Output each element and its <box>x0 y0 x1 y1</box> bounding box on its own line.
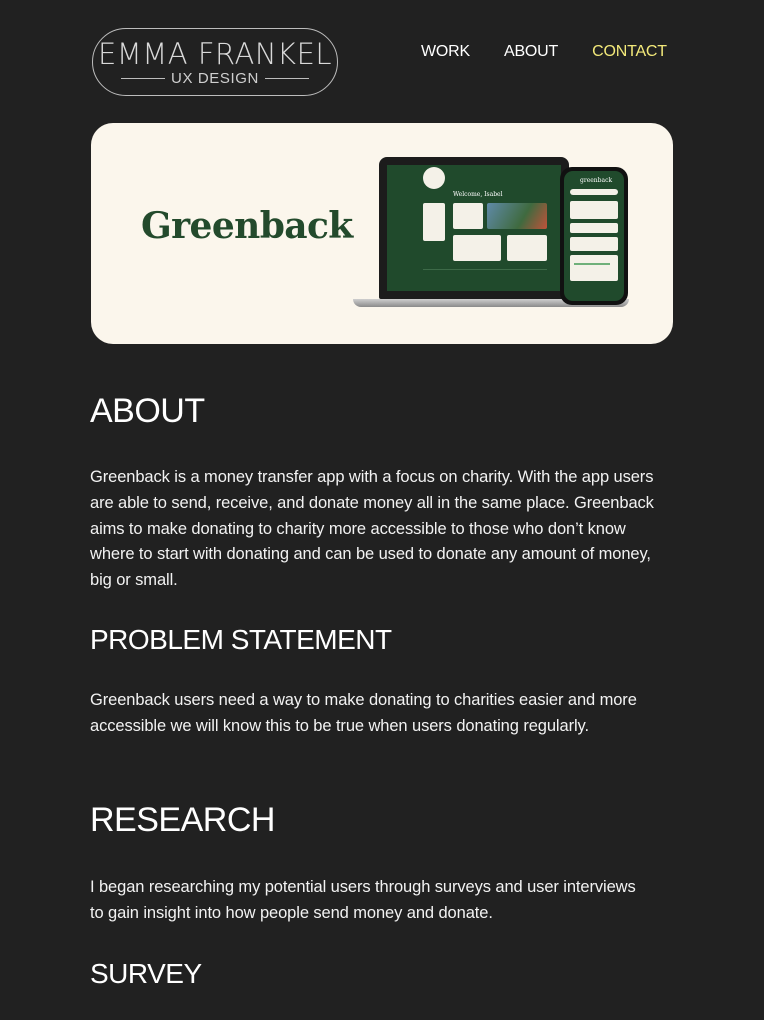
logo-name: EMMA FRANKEL <box>97 36 333 71</box>
laptop-card <box>507 235 547 261</box>
laptop-card <box>453 203 483 229</box>
main-nav: WORK ABOUT CONTACT <box>421 42 667 62</box>
laptop-image-card <box>487 203 547 229</box>
problem-statement-body: Greenback users need a way to make donat… <box>90 691 637 735</box>
research-heading: RESEARCH <box>90 801 275 839</box>
phone-card <box>570 201 618 219</box>
laptop-mockup: Welcome, Isabel <box>379 157 569 299</box>
phone-search-bar <box>570 189 618 195</box>
about-body: Greenback is a money transfer app with a… <box>90 468 654 590</box>
hero-banner: Greenback Welcome, Isabel greenback <box>91 123 673 344</box>
logo-subtitle: UX DESIGN <box>171 69 259 87</box>
survey-heading: SURVEY <box>90 958 202 989</box>
phone-mockup: greenback <box>560 167 628 305</box>
laptop-card <box>423 203 445 241</box>
phone-progress-bar <box>574 263 610 265</box>
problem-statement-heading: PROBLEM STATEMENT <box>90 624 392 655</box>
phone-card <box>570 255 618 281</box>
logo-divider-right <box>264 77 309 79</box>
about-heading: ABOUT <box>90 392 205 430</box>
nav-about-link[interactable]: ABOUT <box>504 42 558 62</box>
site-logo[interactable]: EMMA FRANKEL UX DESIGN <box>92 28 338 96</box>
hero-brand-wordmark: Greenback <box>141 205 353 247</box>
phone-logo-text: greenback <box>580 177 613 184</box>
laptop-footer-line <box>423 269 547 270</box>
research-body: I began researching my potential users t… <box>90 878 636 922</box>
phone-card <box>570 223 618 233</box>
nav-contact-link[interactable]: CONTACT <box>592 42 667 62</box>
laptop-card <box>453 235 501 261</box>
logo-subtitle-row: UX DESIGN <box>121 70 309 87</box>
phone-card <box>570 237 618 251</box>
laptop-welcome-text: Welcome, Isabel <box>453 191 503 198</box>
laptop-logo-badge <box>423 167 445 189</box>
nav-work-link[interactable]: WORK <box>421 42 470 62</box>
laptop-screen-content: Welcome, Isabel <box>387 165 561 291</box>
phone-screen-content: greenback <box>564 171 624 301</box>
logo-divider-left <box>121 77 166 79</box>
